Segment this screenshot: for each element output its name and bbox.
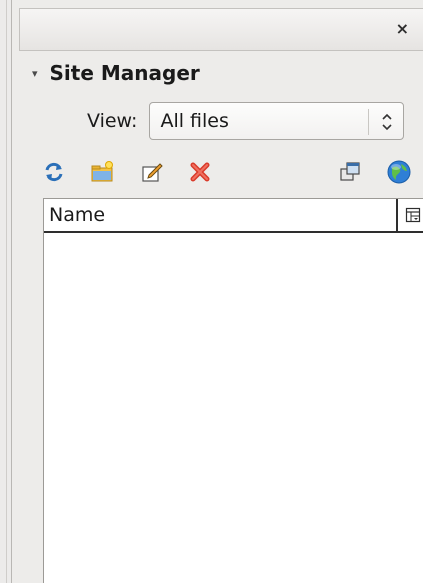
rename-icon	[140, 160, 164, 184]
column-chooser-icon[interactable]	[405, 207, 421, 223]
section-header[interactable]: ▾ Site Manager	[32, 58, 200, 88]
panel-title-bar: ×	[19, 8, 423, 51]
new-folder-button[interactable]	[88, 158, 116, 186]
column-separator	[396, 199, 398, 231]
site-list[interactable]: Name	[43, 198, 423, 583]
globe-icon	[386, 159, 412, 185]
column-header-name[interactable]: Name	[49, 204, 105, 226]
view-label: View:	[87, 110, 138, 132]
site-manager-panel: × ▾ Site Manager View: All files Name	[12, 0, 423, 583]
refresh-button[interactable]	[40, 158, 68, 186]
view-select[interactable]: All files	[149, 102, 405, 140]
close-icon[interactable]: ×	[396, 20, 409, 38]
delete-button[interactable]	[186, 158, 214, 186]
connect-button[interactable]	[385, 158, 413, 186]
refresh-icon	[42, 160, 66, 184]
rename-button[interactable]	[138, 158, 166, 186]
section-title: Site Manager	[49, 61, 200, 85]
delete-icon	[188, 160, 212, 184]
view-select-value: All files	[160, 110, 229, 132]
list-header: Name	[44, 199, 423, 233]
site-toolbar	[40, 158, 418, 190]
new-folder-icon	[90, 160, 114, 184]
view-row: View: All files	[87, 102, 405, 140]
window-button[interactable]	[336, 158, 364, 186]
window-edge	[0, 0, 12, 583]
expander-arrow-icon[interactable]: ▾	[32, 67, 38, 80]
windows-icon	[338, 160, 362, 184]
up-down-arrow-icon[interactable]	[380, 109, 394, 138]
combo-separator	[368, 109, 370, 135]
